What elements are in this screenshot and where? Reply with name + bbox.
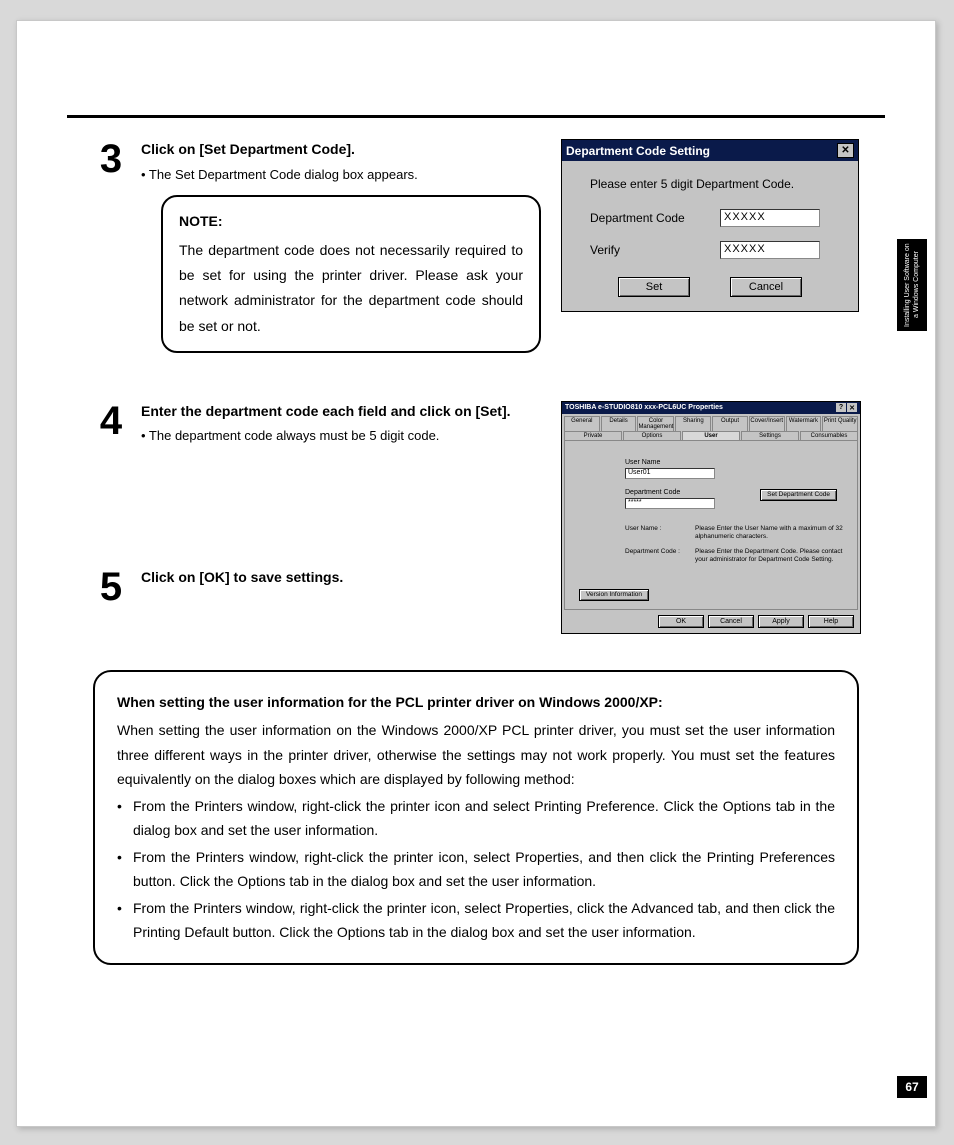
tab-consumables[interactable]: Consumables xyxy=(800,431,858,440)
page-content: 3 Click on [Set Department Code]. • The … xyxy=(93,139,859,965)
bullet-item: •From the Printers window, right-click t… xyxy=(117,794,835,843)
document-page: Installing User Software on a Windows Co… xyxy=(16,20,936,1127)
set-button[interactable]: Set xyxy=(618,277,690,297)
label-verify: Verify xyxy=(590,243,720,257)
step-4: 4 Enter the department code each field a… xyxy=(93,401,543,447)
dialog-titlebar: TOSHIBA e-STUDIO810 xxx-PCL6UC Propertie… xyxy=(562,402,860,414)
info-box-intro: When setting the user information on the… xyxy=(117,718,835,792)
bullet-item: •From the Printers window, right-click t… xyxy=(117,845,835,894)
step-title: Click on [OK] to save settings. xyxy=(141,567,543,589)
dialog-printer-properties: TOSHIBA e-STUDIO810 xxx-PCL6UC Propertie… xyxy=(561,401,861,634)
tab-settings[interactable]: Settings xyxy=(741,431,799,440)
version-information-button[interactable]: Version Information xyxy=(579,589,649,601)
tab-color-management[interactable]: Color Management xyxy=(637,416,674,431)
username-input[interactable]: User01 xyxy=(625,468,715,479)
tab-general[interactable]: General xyxy=(564,416,600,431)
step-5: 5 Click on [OK] to save settings. xyxy=(93,567,543,607)
close-icon[interactable]: ✕ xyxy=(847,403,857,412)
cancel-button[interactable]: Cancel xyxy=(730,277,802,297)
tab-watermark[interactable]: Watermark xyxy=(786,416,822,431)
label-username: User Name xyxy=(625,459,845,466)
dialog-department-code-setting: Department Code Setting ✕ Please enter 5… xyxy=(561,139,859,312)
step-sub: • The Set Department Code dialog box app… xyxy=(141,165,543,185)
step-title: Click on [Set Department Code]. xyxy=(141,139,543,161)
tab-user[interactable]: User xyxy=(682,431,740,440)
dialog-title-text: TOSHIBA e-STUDIO810 xxx-PCL6UC Propertie… xyxy=(565,404,723,411)
tab-cover-insert[interactable]: Cover/Insert xyxy=(749,416,785,431)
step-number: 5 xyxy=(93,567,129,607)
info-deptcode-label: Department Code : xyxy=(625,548,685,565)
help-icon[interactable]: ? xyxy=(836,403,846,412)
tab-strip: General Details Color Management Sharing… xyxy=(562,414,860,440)
tab-output[interactable]: Output xyxy=(712,416,748,431)
header-rule xyxy=(67,115,885,118)
step-number: 3 xyxy=(93,139,129,353)
tab-private[interactable]: Private xyxy=(564,431,622,440)
step-sub: • The department code always must be 5 d… xyxy=(141,426,543,446)
step-title: Enter the department code each field and… xyxy=(141,401,543,423)
step-3: 3 Click on [Set Department Code]. • The … xyxy=(93,139,543,353)
info-username-text: Please Enter the User Name with a maximu… xyxy=(695,525,845,542)
info-box-heading: When setting the user information for th… xyxy=(117,690,835,715)
tab-print-quality[interactable]: Print Quality xyxy=(822,416,858,431)
tab-options[interactable]: Options xyxy=(623,431,681,440)
label-department-code: Department Code xyxy=(590,211,720,225)
set-department-code-button[interactable]: Set Department Code xyxy=(760,489,837,501)
info-username-label: User Name : xyxy=(625,525,685,542)
section-tab: Installing User Software on a Windows Co… xyxy=(897,239,927,331)
tab-details[interactable]: Details xyxy=(601,416,637,431)
bullet-item: •From the Printers window, right-click t… xyxy=(117,896,835,945)
tab-sharing[interactable]: Sharing xyxy=(675,416,711,431)
help-button[interactable]: Help xyxy=(808,615,854,628)
note-box: NOTE: The department code does not neces… xyxy=(161,195,541,353)
info-deptcode-text: Please Enter the Department Code. Please… xyxy=(695,548,845,565)
department-code-input[interactable]: XXXXX xyxy=(720,209,820,227)
dialog-message: Please enter 5 digit Department Code. xyxy=(590,177,840,191)
tab-panel-user: User Name User01 Department Code ***** S… xyxy=(564,440,858,610)
department-code-input[interactable]: ***** xyxy=(625,498,715,509)
close-icon[interactable]: ✕ xyxy=(837,143,854,158)
note-heading: NOTE: xyxy=(179,209,523,234)
ok-button[interactable]: OK xyxy=(658,615,704,628)
step-number: 4 xyxy=(93,401,129,447)
dialog-title-text: Department Code Setting xyxy=(566,144,710,158)
info-box-pcl-driver: When setting the user information for th… xyxy=(93,670,859,965)
note-body: The department code does not necessarily… xyxy=(179,238,523,339)
verify-input[interactable]: XXXXX xyxy=(720,241,820,259)
cancel-button[interactable]: Cancel xyxy=(708,615,754,628)
apply-button[interactable]: Apply xyxy=(758,615,804,628)
page-number: 67 xyxy=(897,1076,927,1098)
dialog-titlebar: Department Code Setting ✕ xyxy=(562,140,858,161)
